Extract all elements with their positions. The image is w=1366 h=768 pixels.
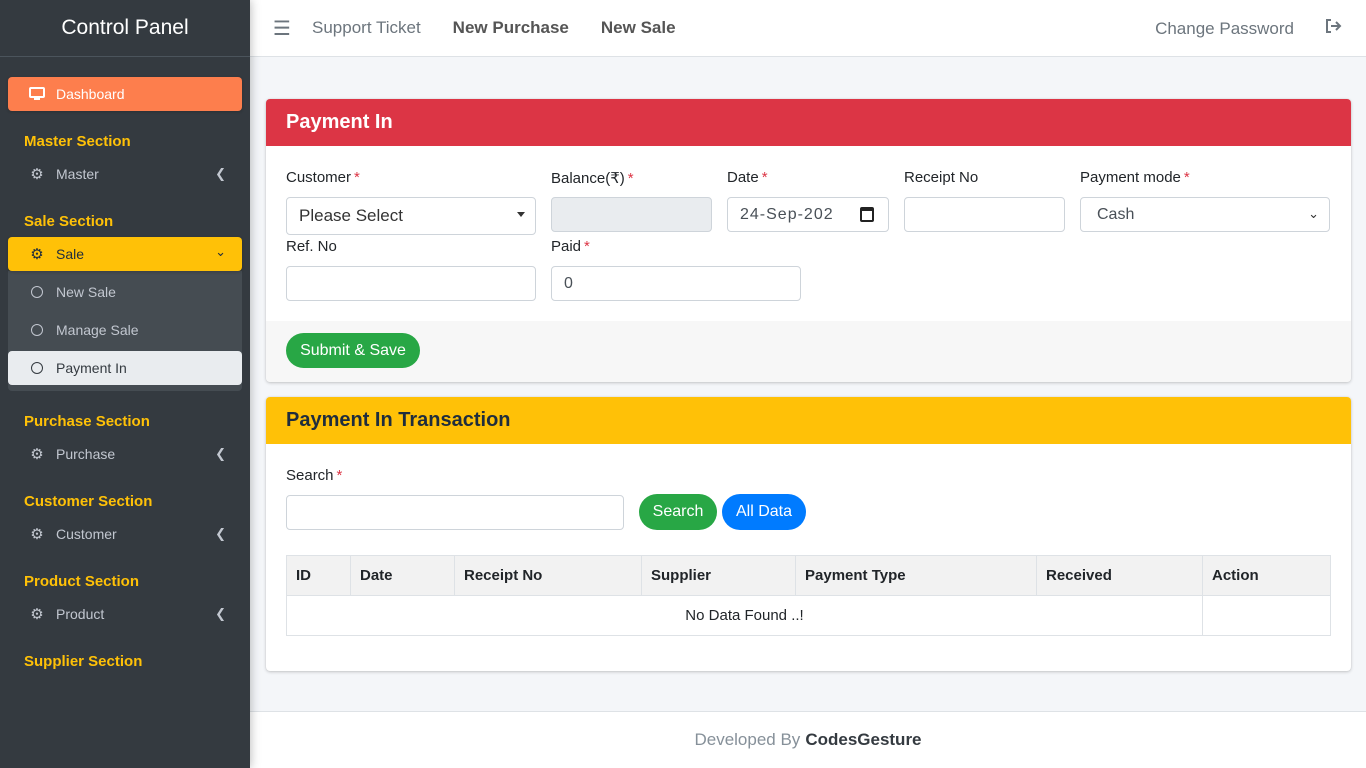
balance-label: Balance(₹) *	[551, 170, 634, 187]
circle-icon	[28, 321, 46, 339]
calendar-icon[interactable]	[860, 207, 874, 222]
ref-no-label: Ref. No	[286, 238, 337, 255]
nav-link-new-sale[interactable]: New Sale	[601, 18, 676, 38]
nav-link-new-purchase[interactable]: New Purchase	[453, 18, 569, 38]
section-header-master: Master Section	[24, 132, 131, 150]
page-footer: Developed By CodesGesture	[250, 711, 1366, 768]
customer-label: Customer *	[286, 169, 360, 186]
card-footer: Submit & Save	[266, 321, 1351, 382]
gear-icon: ⚙	[30, 446, 44, 463]
column-header: Receipt No	[454, 555, 642, 596]
section-header-sale: Sale Section	[24, 212, 114, 230]
sidebar-item-new-sale[interactable]: New Sale	[8, 275, 242, 309]
brand-title[interactable]: Control Panel	[0, 0, 250, 57]
sidebar-item-label: Manage Sale	[56, 322, 139, 338]
sidebar-item-label: Purchase	[56, 446, 116, 462]
gear-icon: ⚙	[30, 166, 44, 183]
chevron-left-icon: ❮	[215, 606, 226, 621]
customer-select[interactable]: Please Select	[286, 197, 536, 235]
table-header-row: ID Date Receipt No Supplier Payment Type…	[286, 555, 1331, 596]
top-right-group: Change Password	[1155, 0, 1366, 57]
paid-label: Paid *	[551, 238, 590, 255]
chevron-down-icon: ⌄	[1308, 206, 1319, 221]
card-title: Payment In	[266, 99, 1351, 146]
chevron-left-icon: ❮	[215, 446, 226, 461]
chevron-left-icon: ❮	[215, 526, 226, 541]
receipt-no-input[interactable]	[904, 197, 1065, 232]
change-password-link[interactable]: Change Password	[1155, 19, 1294, 39]
circle-icon	[28, 283, 46, 301]
payment-mode-label: Payment mode *	[1080, 169, 1190, 186]
payment-mode-select[interactable]: Cash ⌄	[1080, 197, 1330, 232]
column-header: Action	[1202, 555, 1331, 596]
circle-icon	[28, 359, 46, 377]
search-input[interactable]	[286, 495, 624, 530]
ref-no-input[interactable]	[286, 266, 536, 301]
transactions-table: ID Date Receipt No Supplier Payment Type…	[286, 555, 1331, 636]
section-header-supplier: Supplier Section	[24, 652, 143, 670]
chevron-left-icon: ❮	[215, 166, 226, 181]
date-label: Date *	[727, 169, 768, 186]
column-header: Supplier	[641, 555, 796, 596]
sidebar-item-purchase[interactable]: ⚙ Purchase ❮	[8, 437, 242, 471]
sidebar-item-product[interactable]: ⚙ Product ❮	[8, 597, 242, 631]
table-cell	[1202, 595, 1331, 636]
receipt-no-label: Receipt No	[904, 169, 979, 186]
sidebar-nav: Dashboard Master Section ⚙ Master ❮ Sale…	[0, 57, 250, 675]
payment-in-card: Payment In Customer * Please Select Balan…	[266, 99, 1351, 382]
column-header: Received	[1036, 555, 1203, 596]
search-button[interactable]: Search	[639, 494, 717, 530]
sidebar-item-dashboard[interactable]: Dashboard	[8, 77, 242, 111]
top-navbar: ☰ Support Ticket New Purchase New Sale C…	[250, 0, 1366, 57]
sidebar-item-label: Sale	[56, 246, 85, 262]
paid-input[interactable]: 0	[551, 266, 801, 301]
caret-down-icon	[517, 212, 525, 217]
sidebar: Control Panel Dashboard Master Section ⚙…	[0, 0, 250, 768]
table-row: No Data Found ..!	[286, 595, 1331, 636]
sidebar-item-payment-in[interactable]: Payment In	[8, 351, 242, 385]
section-header-customer: Customer Section	[24, 492, 153, 510]
hamburger-menu-icon[interactable]: ☰	[252, 16, 312, 41]
sidebar-item-label: Customer	[56, 526, 117, 542]
sidebar-item-label: Master	[56, 166, 99, 182]
sidebar-item-label: Dashboard	[56, 86, 125, 102]
sidebar-item-master[interactable]: ⚙ Master ❮	[8, 157, 242, 191]
sidebar-item-sale[interactable]: ⚙ Sale ⌄	[8, 237, 242, 271]
gear-icon: ⚙	[30, 526, 44, 543]
logout-icon[interactable]	[1324, 18, 1344, 39]
monitor-icon	[28, 85, 46, 103]
sale-submenu: New Sale Manage Sale Payment In	[8, 271, 242, 391]
search-label: Search *	[286, 467, 343, 484]
gear-icon: ⚙	[30, 246, 44, 263]
payment-in-transaction-card: Payment In Transaction Search * Search Al…	[266, 397, 1351, 671]
sidebar-item-label: Product	[56, 606, 105, 622]
gear-icon: ⚙	[30, 606, 44, 623]
date-input[interactable]: 24-Sep-202	[727, 197, 889, 232]
nav-link-support-ticket[interactable]: Support Ticket	[312, 18, 421, 38]
sidebar-item-label: Payment In	[56, 360, 127, 376]
sidebar-item-manage-sale[interactable]: Manage Sale	[8, 313, 242, 347]
section-header-purchase: Purchase Section	[24, 412, 150, 430]
card-title: Payment In Transaction	[266, 397, 1351, 444]
sidebar-item-customer[interactable]: ⚙ Customer ❮	[8, 517, 242, 551]
submit-save-button[interactable]: Submit & Save	[286, 333, 420, 368]
empty-message: No Data Found ..!	[286, 595, 1203, 636]
column-header: Payment Type	[795, 555, 1037, 596]
chevron-down-icon: ⌄	[215, 244, 226, 259]
section-header-product: Product Section	[24, 572, 140, 590]
all-data-button[interactable]: All Data	[722, 494, 806, 530]
footer-brand[interactable]: CodesGesture	[805, 730, 921, 750]
column-header: ID	[286, 555, 351, 596]
footer-prefix: Developed By	[694, 730, 801, 749]
column-header: Date	[350, 555, 455, 596]
balance-field	[551, 197, 712, 232]
sidebar-item-label: New Sale	[56, 284, 116, 300]
